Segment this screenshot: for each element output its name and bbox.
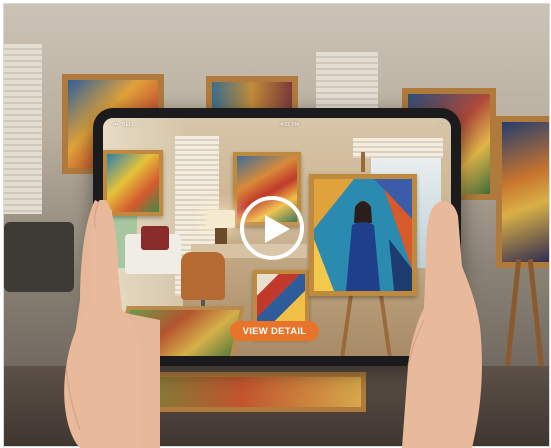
window-blind <box>316 52 378 112</box>
view-detail-button[interactable]: VIEW DETAIL <box>230 321 319 341</box>
easel <box>378 288 392 356</box>
window-blind <box>4 44 42 214</box>
lamp <box>207 210 235 228</box>
room-blinds <box>353 138 443 158</box>
left-hand <box>64 199 140 448</box>
easel <box>340 288 354 356</box>
easel <box>527 259 546 379</box>
status-time: 4:21 PM <box>280 122 300 128</box>
status-bar: ••• BELL ⌔ 4:21 PM ▭ <box>103 118 451 132</box>
signal-icon: ••• <box>113 122 119 128</box>
play-icon <box>265 215 290 243</box>
office-chair <box>181 252 225 300</box>
play-button[interactable] <box>240 196 304 260</box>
battery-icon: ▭ <box>436 122 441 128</box>
featured-painting <box>309 174 417 296</box>
lamp-base <box>215 228 227 244</box>
wifi-icon: ⌔ <box>138 122 144 128</box>
right-hand <box>402 200 482 448</box>
carrier-label: BELL <box>122 122 135 128</box>
portrait-artwork <box>314 179 412 291</box>
easel-top <box>361 152 365 172</box>
